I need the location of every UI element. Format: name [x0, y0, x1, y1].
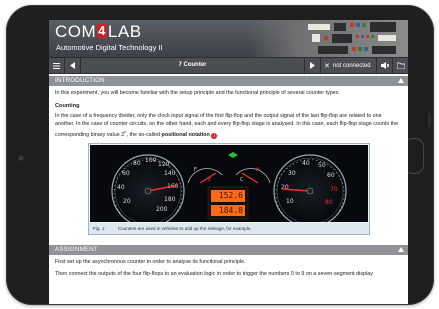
figure-instrument-cluster: 20 40 60 80 100 120 140 160 180 200 — [88, 142, 370, 235]
svg-text:80: 80 — [133, 160, 141, 167]
logo-number: 4 — [97, 23, 107, 38]
next-button[interactable] — [304, 58, 320, 73]
app-header: COM 4 LAB Automotive Digital Technology II — [49, 20, 408, 57]
svg-text:C: C — [240, 177, 244, 183]
svg-text:100: 100 — [145, 157, 157, 164]
section-title: INTRODUCTION — [55, 77, 105, 84]
assignment-line-1: First set up the asynchronous counter in… — [55, 258, 246, 265]
sound-button[interactable] — [376, 58, 392, 73]
section-header-introduction[interactable]: INTRODUCTION — [49, 76, 408, 86]
logo-prefix: COM — [55, 22, 97, 41]
svg-text:60: 60 — [122, 170, 130, 177]
speaker-icon — [380, 62, 389, 69]
app-subtitle: Automotive Digital Technology II — [56, 43, 163, 52]
app-logo: COM 4 LAB — [55, 22, 142, 41]
section-title: ASSIGNMENT — [55, 245, 98, 253]
svg-text:F: F — [194, 167, 197, 173]
tools-icon: ✕ — [324, 62, 330, 70]
tablet-frame: COM 4 LAB Automotive Digital Technology II — [6, 5, 434, 305]
svg-text:40: 40 — [302, 160, 310, 167]
info-badge-icon[interactable]: i — [211, 132, 218, 139]
logo-suffix: LAB — [107, 22, 142, 41]
connection-status-label: not connected — [332, 62, 371, 69]
side-button — [428, 113, 431, 127]
svg-text:20: 20 — [123, 198, 131, 205]
svg-text:120: 120 — [158, 161, 170, 168]
collapse-icon[interactable] — [398, 78, 404, 83]
folder-icon — [396, 62, 405, 69]
counting-text: In the case of a frequency divider, only… — [55, 113, 399, 138]
svg-text:50: 50 — [318, 162, 326, 169]
svg-text:40: 40 — [117, 184, 125, 191]
svg-text:10: 10 — [286, 198, 294, 205]
svg-text:60: 60 — [327, 172, 335, 179]
arrow-right-icon — [309, 62, 315, 69]
main-content: INTRODUCTION In this experiment, you wil… — [49, 74, 408, 305]
odometer-total: 184.8 — [218, 205, 243, 215]
svg-text:140: 140 — [164, 170, 176, 177]
figure-caption: Fig. 1: Counters are used in vehicles to … — [89, 222, 369, 234]
caption-text: Counters are used in vehicles to add up … — [117, 225, 252, 231]
instrument-cluster-image: 20 40 60 80 100 120 140 160 180 200 — [90, 144, 368, 222]
caption-label: Fig. 1: — [93, 225, 106, 231]
header-board-image — [248, 20, 408, 57]
svg-text:180: 180 — [164, 196, 176, 203]
previous-button[interactable] — [65, 58, 81, 73]
svg-text:200: 200 — [156, 206, 168, 213]
svg-text:H: H — [256, 167, 260, 173]
odometer-trip: 152.6 — [218, 190, 243, 200]
section-header-assignment[interactable]: ASSIGNMENT — [49, 244, 408, 255]
chapter-title: 7 Counter — [178, 62, 207, 68]
intro-paragraph: In this experiment, you will become fami… — [55, 90, 340, 96]
app-screen: COM 4 LAB Automotive Digital Technology II — [49, 20, 408, 305]
menu-button[interactable] — [49, 58, 65, 73]
arrow-left-icon — [69, 62, 75, 69]
folder-button[interactable] — [392, 58, 408, 73]
assignment-line-2: Then connect the outputs of the four fli… — [55, 271, 373, 278]
counting-heading: Counting — [55, 103, 80, 110]
connection-status[interactable]: ✕ not connected — [320, 58, 376, 73]
counting-paragraph: In the case of a frequency divider, only… — [55, 113, 399, 139]
collapse-icon[interactable] — [398, 246, 404, 252]
menu-icon — [53, 62, 60, 69]
counting-text-2: , the so-called — [126, 131, 162, 138]
svg-text:30: 30 — [288, 170, 296, 177]
svg-text:80: 80 — [325, 199, 333, 206]
nav-bar: 7 Counter ✕ not connected — [49, 57, 408, 74]
svg-text:70: 70 — [330, 186, 338, 193]
camera — [18, 155, 24, 161]
positional-notation-term: positional notation — [161, 131, 210, 138]
